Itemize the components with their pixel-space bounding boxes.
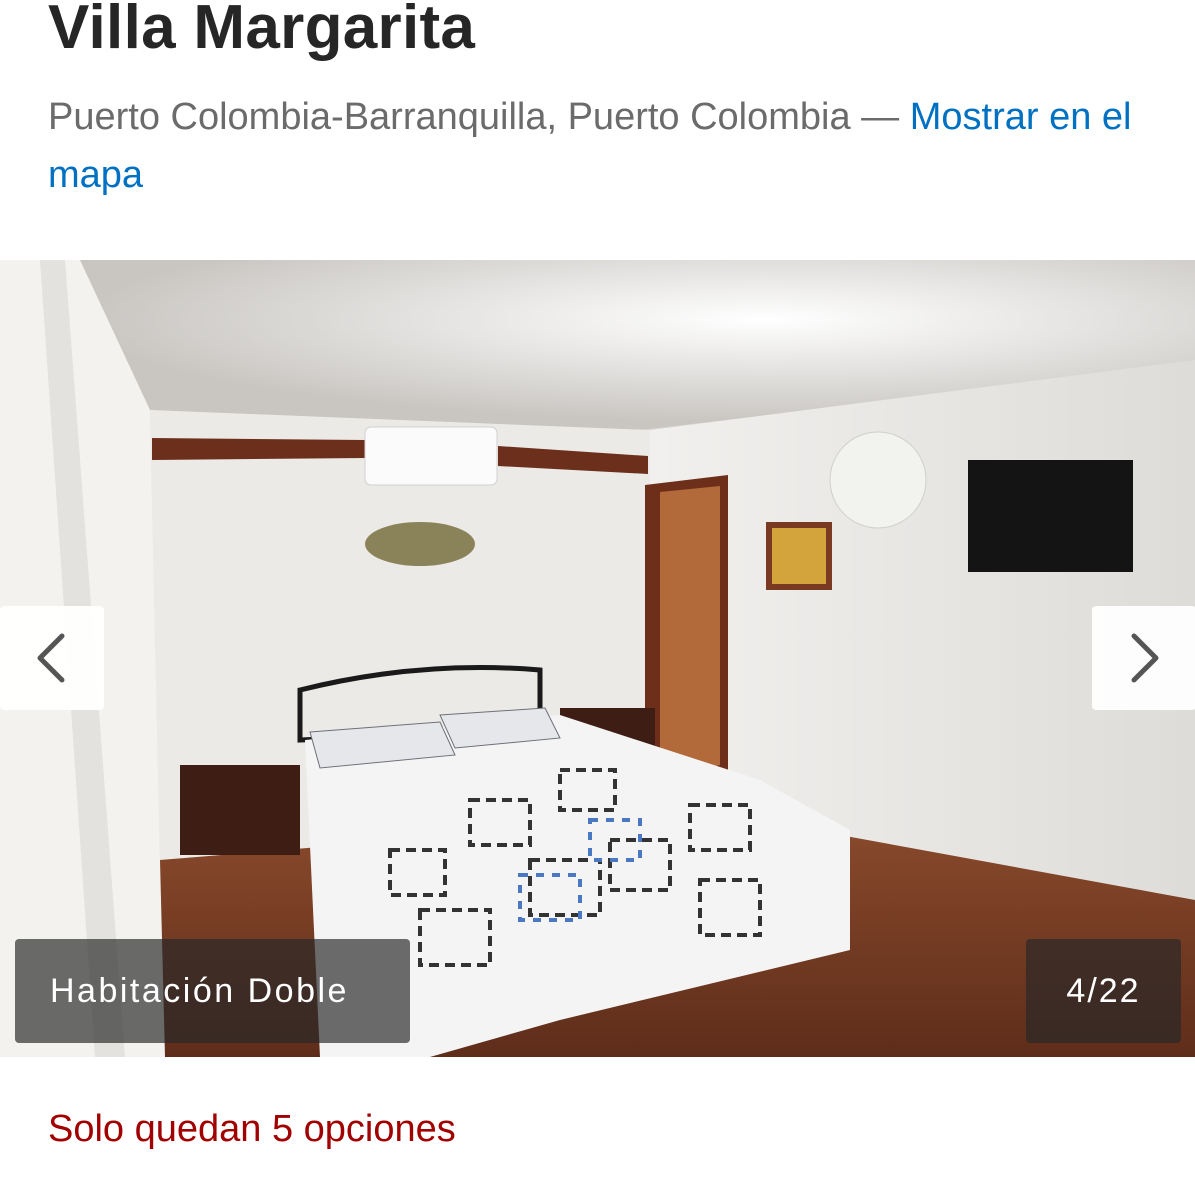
photo-counter: 4/22: [1026, 939, 1181, 1043]
chevron-left-icon: [37, 633, 65, 683]
property-address: Puerto Colombia-Barranquilla, Puerto Col…: [48, 88, 1158, 204]
availability-message: Solo quedan 5 opciones: [48, 1108, 456, 1150]
next-photo-button[interactable]: [1092, 606, 1195, 710]
chevron-right-icon: [1131, 633, 1159, 683]
property-page: Villa Margarita Puerto Colombia-Barranqu…: [0, 0, 1195, 1200]
room-photo: [0, 260, 1195, 1057]
previous-photo-button[interactable]: [0, 606, 104, 710]
photo-caption: Habitación Doble: [15, 939, 410, 1043]
property-title: Villa Margarita: [48, 0, 476, 62]
photo-gallery[interactable]: Habitación Doble 4/22: [0, 260, 1195, 1057]
address-text: Puerto Colombia-Barranquilla, Puerto Col…: [48, 96, 910, 138]
